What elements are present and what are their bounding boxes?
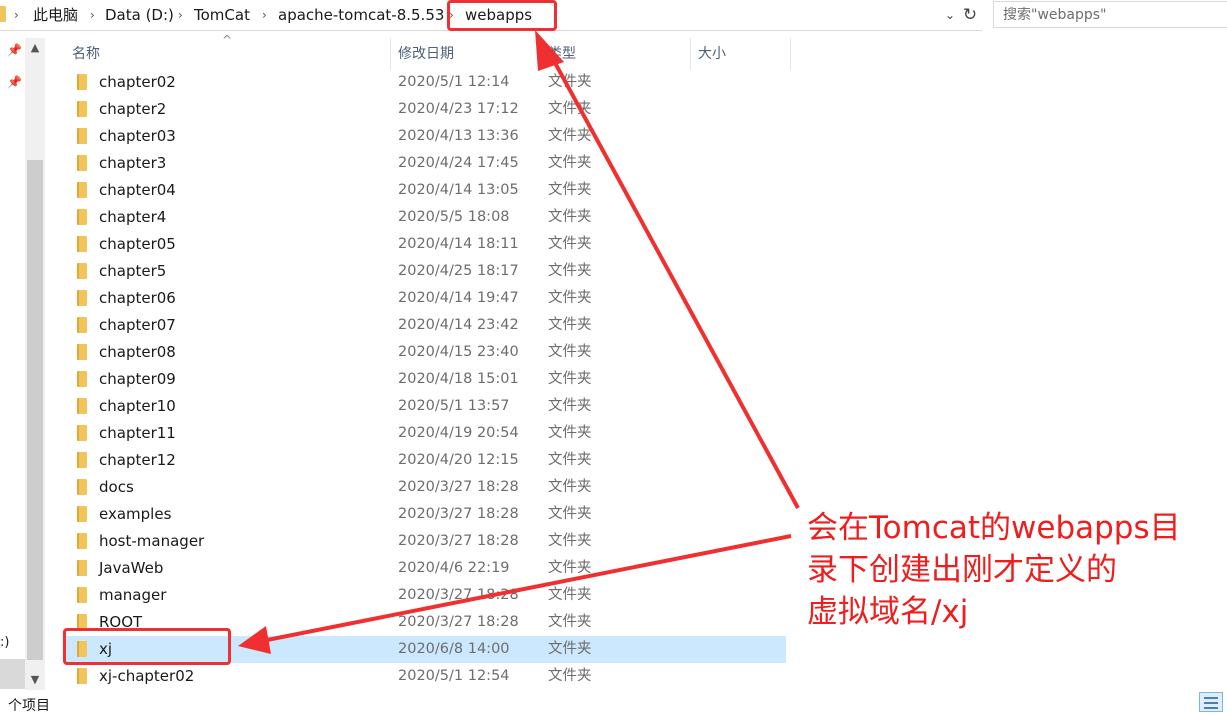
annotation-arrow-left bbox=[261, 534, 792, 643]
annotation-arrow-head-left bbox=[238, 626, 271, 654]
annotation-text: 会在Tomcat的webapps目 录下创建出刚才定义的 虚拟域名/xj bbox=[807, 510, 1181, 630]
annotation-arrow-up bbox=[546, 49, 800, 509]
annotation-arrow-head-up bbox=[535, 30, 564, 71]
